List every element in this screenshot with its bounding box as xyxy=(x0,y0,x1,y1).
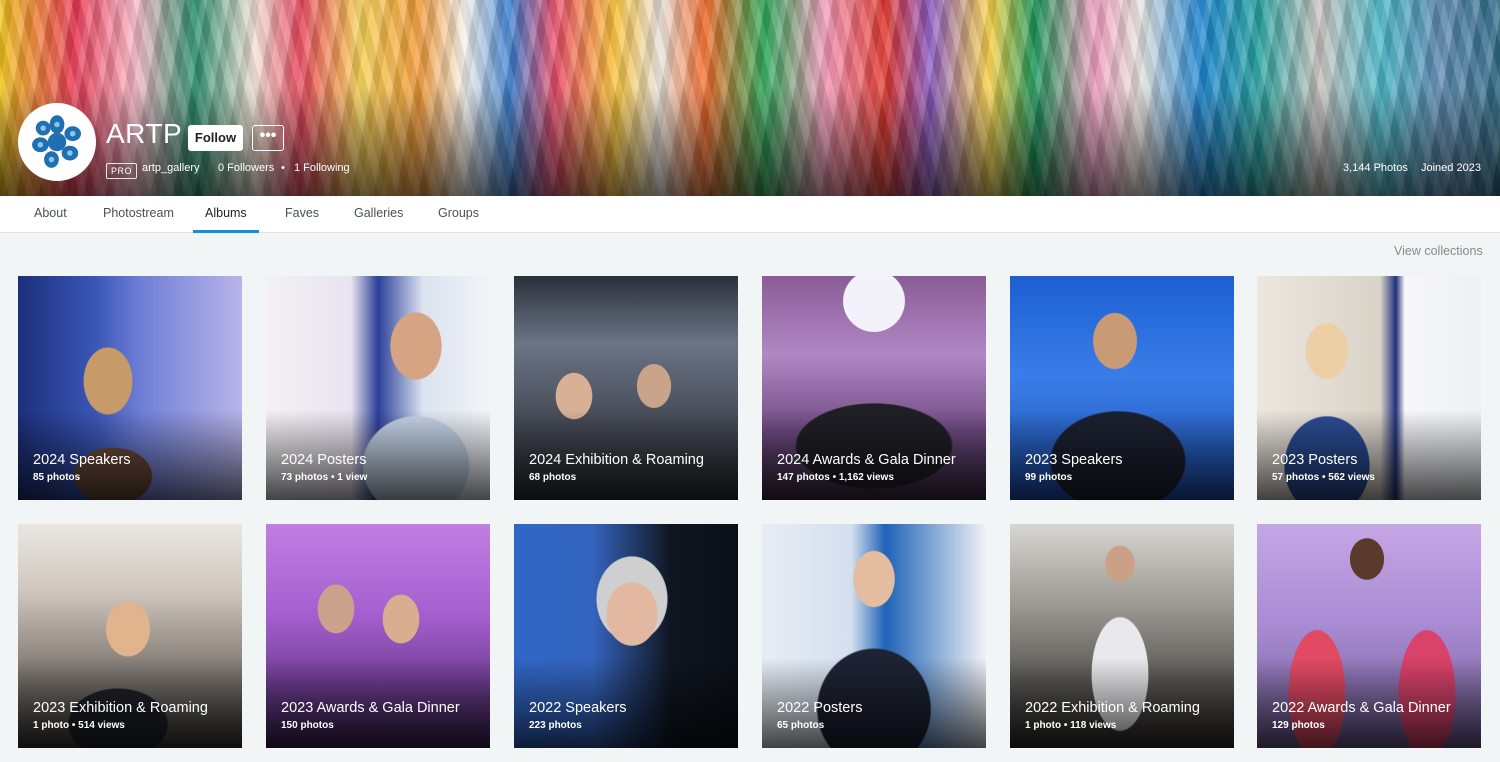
album-title: 2024 Posters xyxy=(281,452,367,468)
album-title: 2023 Exhibition & Roaming xyxy=(33,700,208,716)
album-stats: 73 photos • 1 view xyxy=(281,472,368,483)
album-card[interactable]: 2024 Awards & Gala Dinner 147 photos • 1… xyxy=(762,276,986,500)
album-title: 2022 Speakers xyxy=(529,700,627,716)
meta-separator: • xyxy=(281,162,285,174)
pro-badge: PRO xyxy=(106,163,138,179)
album-card[interactable]: 2022 Awards & Gala Dinner 129 photos xyxy=(1257,524,1481,748)
tab-faves[interactable]: Faves xyxy=(273,196,331,233)
album-stats: 1 photo • 118 views xyxy=(1025,720,1117,731)
album-card[interactable]: 2023 Awards & Gala Dinner 150 photos xyxy=(266,524,490,748)
album-card[interactable]: 2022 Posters 65 photos xyxy=(762,524,986,748)
photos-count: 3,144 Photos xyxy=(1343,162,1408,174)
username: artp_gallery xyxy=(142,162,200,174)
album-stats: 150 photos xyxy=(281,720,334,731)
album-title: 2024 Exhibition & Roaming xyxy=(529,452,704,468)
follow-button[interactable]: Follow xyxy=(188,125,243,151)
view-collections-link[interactable]: View collections xyxy=(1394,244,1483,258)
album-stats: 147 photos • 1,162 views xyxy=(777,472,894,483)
tab-photostream[interactable]: Photostream xyxy=(91,196,186,233)
profile-name: ARTP xyxy=(106,118,183,149)
album-stats: 129 photos xyxy=(1272,720,1325,731)
album-card[interactable]: 2023 Posters 57 photos • 562 views xyxy=(1257,276,1481,500)
album-title: 2024 Speakers xyxy=(33,452,131,468)
tab-albums[interactable]: Albums xyxy=(193,196,259,233)
album-stats: 223 photos xyxy=(529,720,582,731)
tab-about[interactable]: About xyxy=(22,196,79,233)
artp-logo-icon xyxy=(21,106,93,178)
tab-galleries[interactable]: Galleries xyxy=(342,196,415,233)
album-title: 2022 Posters xyxy=(777,700,863,716)
album-title: 2022 Awards & Gala Dinner xyxy=(1272,700,1451,716)
album-stats: 68 photos xyxy=(529,472,577,483)
album-stats: 85 photos xyxy=(33,472,81,483)
album-card[interactable]: 2024 Posters 73 photos • 1 view xyxy=(266,276,490,500)
album-card[interactable]: 2022 Speakers 223 photos xyxy=(514,524,738,748)
following-link[interactable]: 1 Following xyxy=(294,162,350,174)
avatar[interactable] xyxy=(18,103,96,181)
followers-link[interactable]: 0 Followers xyxy=(218,162,274,174)
album-stats: 1 photo • 514 views xyxy=(33,720,125,731)
album-title: 2023 Speakers xyxy=(1025,452,1123,468)
profile-tabs: About Photostream Albums Faves Galleries… xyxy=(0,196,1500,233)
album-title: 2022 Exhibition & Roaming xyxy=(1025,700,1200,716)
album-card[interactable]: 2024 Speakers 85 photos xyxy=(18,276,242,500)
album-stats: 57 photos • 562 views xyxy=(1272,472,1375,483)
joined-date: Joined 2023 xyxy=(1421,162,1481,174)
tab-groups[interactable]: Groups xyxy=(426,196,491,233)
album-stats: 65 photos xyxy=(777,720,825,731)
album-card[interactable]: 2022 Exhibition & Roaming 1 photo • 118 … xyxy=(1010,524,1234,748)
album-stats: 99 photos xyxy=(1025,472,1073,483)
album-title: 2024 Awards & Gala Dinner xyxy=(777,452,956,468)
more-dots-icon[interactable]: ••• xyxy=(252,125,284,151)
album-card[interactable]: 2023 Speakers 99 photos xyxy=(1010,276,1234,500)
album-card[interactable]: 2024 Exhibition & Roaming 68 photos xyxy=(514,276,738,500)
album-title: 2023 Posters xyxy=(1272,452,1358,468)
album-title: 2023 Awards & Gala Dinner xyxy=(281,700,460,716)
album-card[interactable]: 2023 Exhibition & Roaming 1 photo • 514 … xyxy=(18,524,242,748)
